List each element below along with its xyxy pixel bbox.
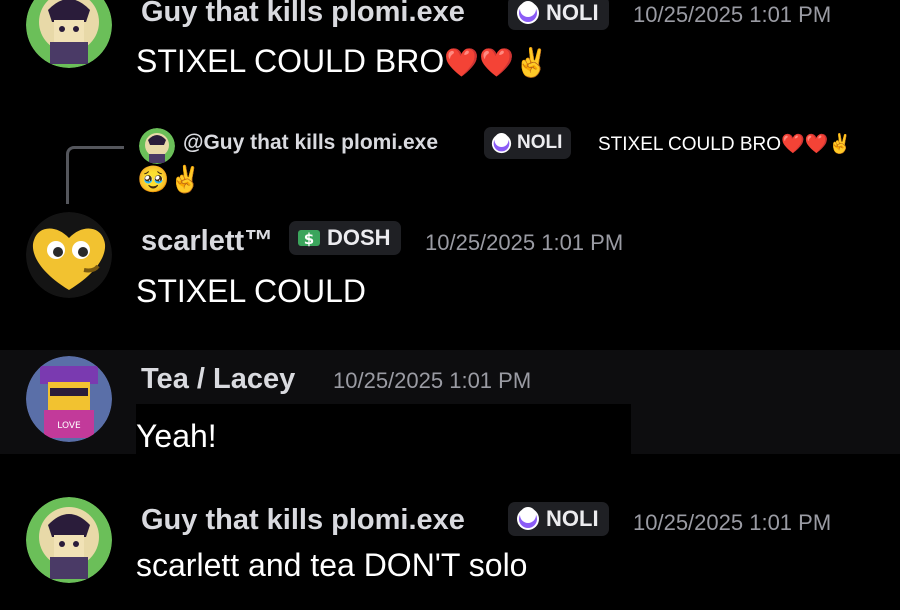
avatar[interactable] xyxy=(26,497,112,583)
reply-emoji: 🥹✌️ xyxy=(137,164,202,194)
avatar[interactable]: LOVE xyxy=(26,356,112,442)
avatar[interactable] xyxy=(26,212,112,298)
timestamp[interactable]: 10/25/2025 1:01 PM xyxy=(425,230,623,256)
timestamp[interactable]: 10/25/2025 1:01 PM xyxy=(333,368,531,394)
timestamp[interactable]: 10/25/2025 1:01 PM xyxy=(633,2,831,28)
username[interactable]: Guy that kills plomi.exe xyxy=(141,504,465,537)
role-tag[interactable]: $ DOSH xyxy=(289,221,401,255)
reply-username[interactable]: @Guy that kills plomi.exe xyxy=(183,131,438,155)
emoji: ❤️❤️✌️ xyxy=(444,47,549,78)
crescent-moon-icon xyxy=(516,507,540,531)
message-text: Yeah! xyxy=(136,418,217,454)
dollar-sign-icon: $ xyxy=(297,226,321,250)
reply-spine xyxy=(66,146,124,204)
tag-label: DOSH xyxy=(327,225,391,250)
tag-label: NOLI xyxy=(546,506,599,531)
svg-text:$: $ xyxy=(304,230,314,248)
role-tag[interactable]: NOLI xyxy=(508,0,609,30)
reply-avatar xyxy=(139,128,175,164)
username[interactable]: Tea / Lacey xyxy=(141,363,295,396)
crescent-moon-icon xyxy=(516,1,540,25)
reply-role-tag: NOLI xyxy=(484,127,572,159)
avatar[interactable] xyxy=(26,0,112,68)
reply-tag-label: NOLI xyxy=(517,132,563,153)
message-text: STIXEL COULD BRO❤️❤️✌️ xyxy=(136,43,549,80)
reply-text[interactable]: STIXEL COULD BRO❤️❤️✌️ xyxy=(598,132,852,156)
message-text-body: STIXEL COULD BRO xyxy=(136,43,445,79)
message-text: STIXEL COULD xyxy=(136,273,366,309)
chat-log: Guy that kills plomi.exe NOLI 10/25/2025… xyxy=(0,0,900,610)
tag-label: NOLI xyxy=(546,0,599,25)
role-tag[interactable]: NOLI xyxy=(508,502,609,536)
message-text: scarlett and tea DON'T solo xyxy=(136,547,528,583)
svg-text:LOVE: LOVE xyxy=(57,421,81,431)
username[interactable]: Guy that kills plomi.exe xyxy=(141,0,465,29)
crescent-moon-icon xyxy=(491,132,512,154)
timestamp[interactable]: 10/25/2025 1:01 PM xyxy=(633,510,831,536)
username[interactable]: scarlett™ xyxy=(141,225,273,258)
